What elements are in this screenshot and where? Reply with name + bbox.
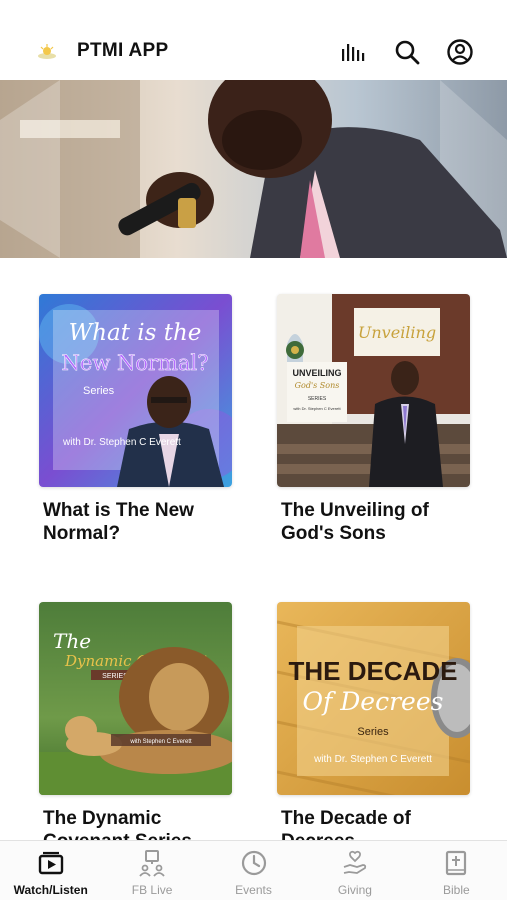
art-sign-line3: SERIES: [308, 396, 327, 402]
art-speaker-label: with Dr. Stephen C Everett: [313, 754, 432, 765]
live-broadcast-icon: [139, 850, 165, 877]
art-title-line2: Of Decrees: [303, 687, 444, 716]
ptmi-logo-icon: [36, 42, 58, 62]
art-title-line1: The: [53, 629, 91, 653]
series-title: What is The New Normal?: [43, 500, 194, 544]
art-title-line1: THE DECADE: [288, 656, 457, 686]
art-sign-line4: with Dr. Stephen C Everett: [293, 406, 341, 411]
series-thumbnail: Unveiling UNVEILING God's Sons SERIES wi…: [277, 294, 470, 487]
giving-hand-icon: [343, 850, 367, 874]
art-sign-line1: UNVEILING: [292, 368, 341, 378]
clock-icon: [241, 850, 266, 876]
nav-fb-live[interactable]: FB Live: [101, 841, 202, 900]
art-banner-text: Unveiling: [358, 323, 436, 342]
art-speaker-label: with Stephen C Everett: [129, 739, 192, 745]
bible-icon: [446, 850, 467, 876]
series-thumbnail: What is the New Normal? Series with Dr. …: [39, 294, 232, 487]
nav-watch-listen[interactable]: Watch/Listen: [0, 841, 101, 900]
account-icon[interactable]: [444, 36, 476, 68]
audio-bars-icon[interactable]: [337, 36, 369, 68]
app-title: PTMI APP: [77, 40, 169, 61]
nav-label: Watch/Listen: [13, 883, 88, 897]
art-speaker-label: with Dr. Stephen C Everett: [62, 437, 181, 448]
series-title: The Unveiling of God's Sons: [281, 500, 429, 544]
hero-banner-image[interactable]: [0, 80, 507, 258]
nav-label: Bible: [442, 883, 470, 897]
nav-bible[interactable]: Bible: [406, 841, 507, 900]
series-card-unveiling[interactable]: Unveiling UNVEILING God's Sons SERIES wi…: [277, 294, 470, 545]
series-title: The Decade of Decrees: [281, 808, 411, 840]
series-thumbnail: The Dynamic Covenant SERIES with Stephen…: [39, 602, 232, 795]
series-grid: What is the New Normal? Series with Dr. …: [0, 258, 507, 840]
art-title-line1: What is the: [69, 320, 202, 346]
series-title: The Dynamic Covenant Series: [43, 808, 192, 840]
nav-events[interactable]: Events: [203, 841, 304, 900]
series-thumbnail: THE DECADE Of Decrees Series with Dr. St…: [277, 602, 470, 795]
art-title-line2: New Normal?: [62, 351, 209, 375]
nav-giving[interactable]: Giving: [304, 841, 405, 900]
series-card-dynamic-covenant[interactable]: The Dynamic Covenant SERIES with Stephen…: [39, 602, 232, 840]
art-series-label: Series: [83, 385, 115, 397]
bottom-nav: Watch/Listen FB Live Events Giving Bible: [0, 840, 507, 900]
video-player-icon: [38, 851, 63, 875]
nav-label: Giving: [337, 883, 372, 897]
series-card-new-normal[interactable]: What is the New Normal? Series with Dr. …: [39, 294, 232, 545]
nav-label: Events: [235, 883, 272, 897]
series-card-decade-of-decrees[interactable]: THE DECADE Of Decrees Series with Dr. St…: [277, 602, 470, 840]
nav-label: FB Live: [131, 883, 173, 897]
search-icon[interactable]: [391, 36, 423, 68]
app-header: PTMI APP: [0, 0, 507, 80]
art-sign-line2: God's Sons: [295, 381, 340, 390]
art-series-label: Series: [357, 726, 389, 738]
